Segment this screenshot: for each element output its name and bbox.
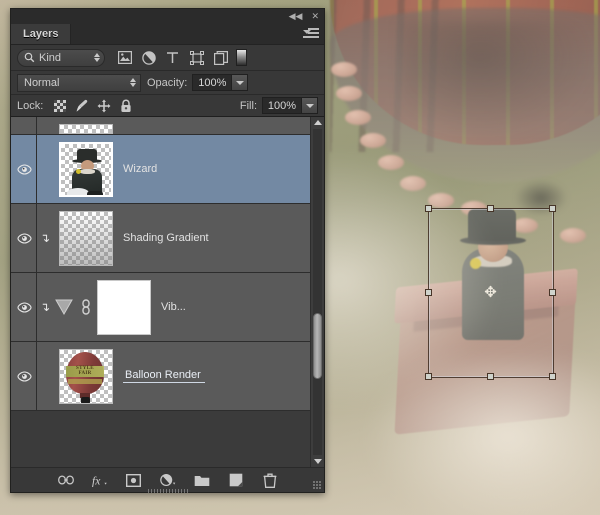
layer-mask-thumbnail[interactable] (97, 279, 151, 335)
filter-icon-group (117, 50, 228, 65)
fill-dropdown-arrow-icon[interactable] (301, 97, 318, 114)
lock-label: Lock: (17, 99, 44, 112)
new-group-button[interactable] (194, 472, 210, 488)
delete-layer-button[interactable] (262, 472, 278, 488)
layers-panel[interactable]: ◀◀ ✕ Layers Kind Normal Opacity: 100% Lo… (10, 8, 325, 493)
panel-tab-strip: Layers (11, 24, 324, 45)
transform-handle-bottom-center[interactable] (487, 373, 494, 380)
transform-handle-middle-left[interactable] (425, 289, 432, 296)
chevron-updown-icon[interactable] (94, 53, 100, 62)
fill-control[interactable]: Fill: 100% (240, 97, 318, 114)
table-row[interactable]: STYLE FAIR Balloon Render (11, 342, 310, 411)
eye-icon[interactable] (16, 371, 32, 382)
layer-visibility-toggle[interactable] (11, 342, 37, 410)
balloon-thumb-text-line2: FAIR (78, 370, 92, 376)
panel-menu-arrow-icon (303, 30, 311, 34)
panel-drag-notch[interactable] (147, 489, 188, 493)
eye-icon[interactable] (16, 164, 32, 175)
blend-mode-dropdown[interactable]: Normal (17, 73, 141, 92)
layer-thumbnail[interactable]: STYLE FAIR (59, 348, 113, 404)
filter-on-off-toggle[interactable] (236, 49, 247, 66)
clipping-mask-arrow-icon: ↴ (39, 300, 51, 314)
mask-link-icon[interactable] (75, 299, 97, 315)
layer-filter-row: Kind (11, 45, 324, 71)
link-layers-button[interactable] (57, 472, 74, 488)
table-row[interactable]: ↴ Vib... (11, 273, 310, 342)
add-layer-mask-button[interactable] (126, 472, 142, 488)
scroll-up-arrow-icon[interactable] (313, 117, 322, 128)
search-icon (24, 52, 35, 63)
filter-shape-layers-icon[interactable] (189, 50, 204, 65)
svg-text:fx: fx (92, 475, 101, 487)
lock-row: Lock: Fill: 100% (11, 95, 324, 117)
transform-handle-top-right[interactable] (549, 205, 556, 212)
transform-handle-bottom-right[interactable] (549, 373, 556, 380)
chevron-updown-icon[interactable] (130, 78, 136, 87)
scrollbar-thumb[interactable] (313, 313, 322, 379)
new-layer-button[interactable] (228, 472, 244, 488)
photoshop-document-canvas[interactable]: ✥ ◀◀ ✕ Layers Kind Normal Opacity: 100% … (0, 0, 600, 515)
opacity-dropdown-arrow-icon[interactable] (231, 74, 249, 91)
lock-transparent-pixels-icon[interactable] (53, 99, 67, 113)
blend-mode-label: Normal (24, 76, 60, 89)
layer-thumbnail[interactable] (59, 124, 113, 134)
transform-handle-middle-right[interactable] (549, 289, 556, 296)
vibrance-adjustment-icon[interactable] (53, 298, 75, 316)
table-row[interactable]: Wizard (11, 135, 310, 204)
transform-reference-point-icon[interactable]: ✥ (483, 285, 498, 300)
fill-value[interactable]: 100% (262, 97, 301, 114)
eye-icon[interactable] (16, 302, 32, 313)
filter-pixel-layers-icon[interactable] (117, 50, 132, 65)
lock-image-pixels-icon[interactable] (75, 99, 89, 113)
filter-kind-label: Kind (39, 51, 62, 64)
new-adjustment-layer-button[interactable] (159, 472, 176, 488)
transform-handle-bottom-left[interactable] (425, 373, 432, 380)
layer-visibility-toggle[interactable] (11, 117, 37, 134)
layer-list-scrollbar[interactable] (310, 117, 324, 467)
opacity-label: Opacity: (147, 76, 188, 89)
collapse-to-icons-icon[interactable]: ◀◀ (289, 12, 303, 21)
fill-label: Fill: (239, 99, 257, 112)
clipping-mask-arrow-icon: ↴ (39, 231, 51, 245)
layer-name-edit-field[interactable]: Balloon Render (123, 369, 205, 383)
layer-name[interactable]: Shading Gradient (123, 232, 209, 244)
panel-menu-icon[interactable] (303, 28, 319, 40)
eye-icon[interactable] (16, 233, 32, 244)
tab-layers[interactable]: Layers (11, 24, 72, 44)
layer-thumbnail[interactable] (59, 210, 113, 266)
free-transform-bounding-box[interactable]: ✥ (425, 205, 556, 380)
table-row[interactable] (11, 117, 310, 135)
scrollbar-track[interactable] (313, 129, 322, 455)
tab-layers-label: Layers (23, 28, 59, 40)
filter-adjustment-layers-icon[interactable] (141, 50, 156, 65)
filter-type-layers-icon[interactable] (165, 50, 180, 65)
filter-smart-object-icon[interactable] (213, 50, 228, 65)
filter-kind-dropdown[interactable]: Kind (17, 48, 105, 67)
lock-all-icon[interactable] (119, 99, 133, 113)
opacity-control[interactable]: Opacity: 100% (147, 74, 249, 91)
scroll-down-arrow-icon[interactable] (313, 456, 322, 467)
close-icon[interactable]: ✕ (311, 12, 319, 21)
layers-panel-toolbar: fx (11, 467, 324, 493)
layer-list[interactable]: Wizard ↴ Shading Gradient ↴ Vib... STYLE… (11, 117, 310, 467)
panel-titlebar: ◀◀ ✕ (11, 9, 324, 24)
layer-visibility-toggle[interactable] (11, 204, 37, 272)
blend-mode-row: Normal Opacity: 100% (11, 71, 324, 95)
layer-list-container: Wizard ↴ Shading Gradient ↴ Vib... STYLE… (11, 117, 324, 467)
layer-visibility-toggle[interactable] (11, 273, 37, 341)
layer-name[interactable]: Wizard (123, 163, 157, 175)
panel-resize-grip[interactable] (313, 481, 322, 490)
add-layer-style-button[interactable]: fx (92, 472, 108, 488)
layer-name[interactable]: Vib... (161, 301, 186, 313)
lock-position-icon[interactable] (97, 99, 111, 113)
transform-handle-top-left[interactable] (425, 205, 432, 212)
layer-thumbnail[interactable] (59, 141, 113, 197)
transform-handle-top-center[interactable] (487, 205, 494, 212)
layer-visibility-toggle[interactable] (11, 135, 37, 203)
table-row[interactable]: ↴ Shading Gradient (11, 204, 310, 273)
opacity-value[interactable]: 100% (192, 74, 232, 91)
